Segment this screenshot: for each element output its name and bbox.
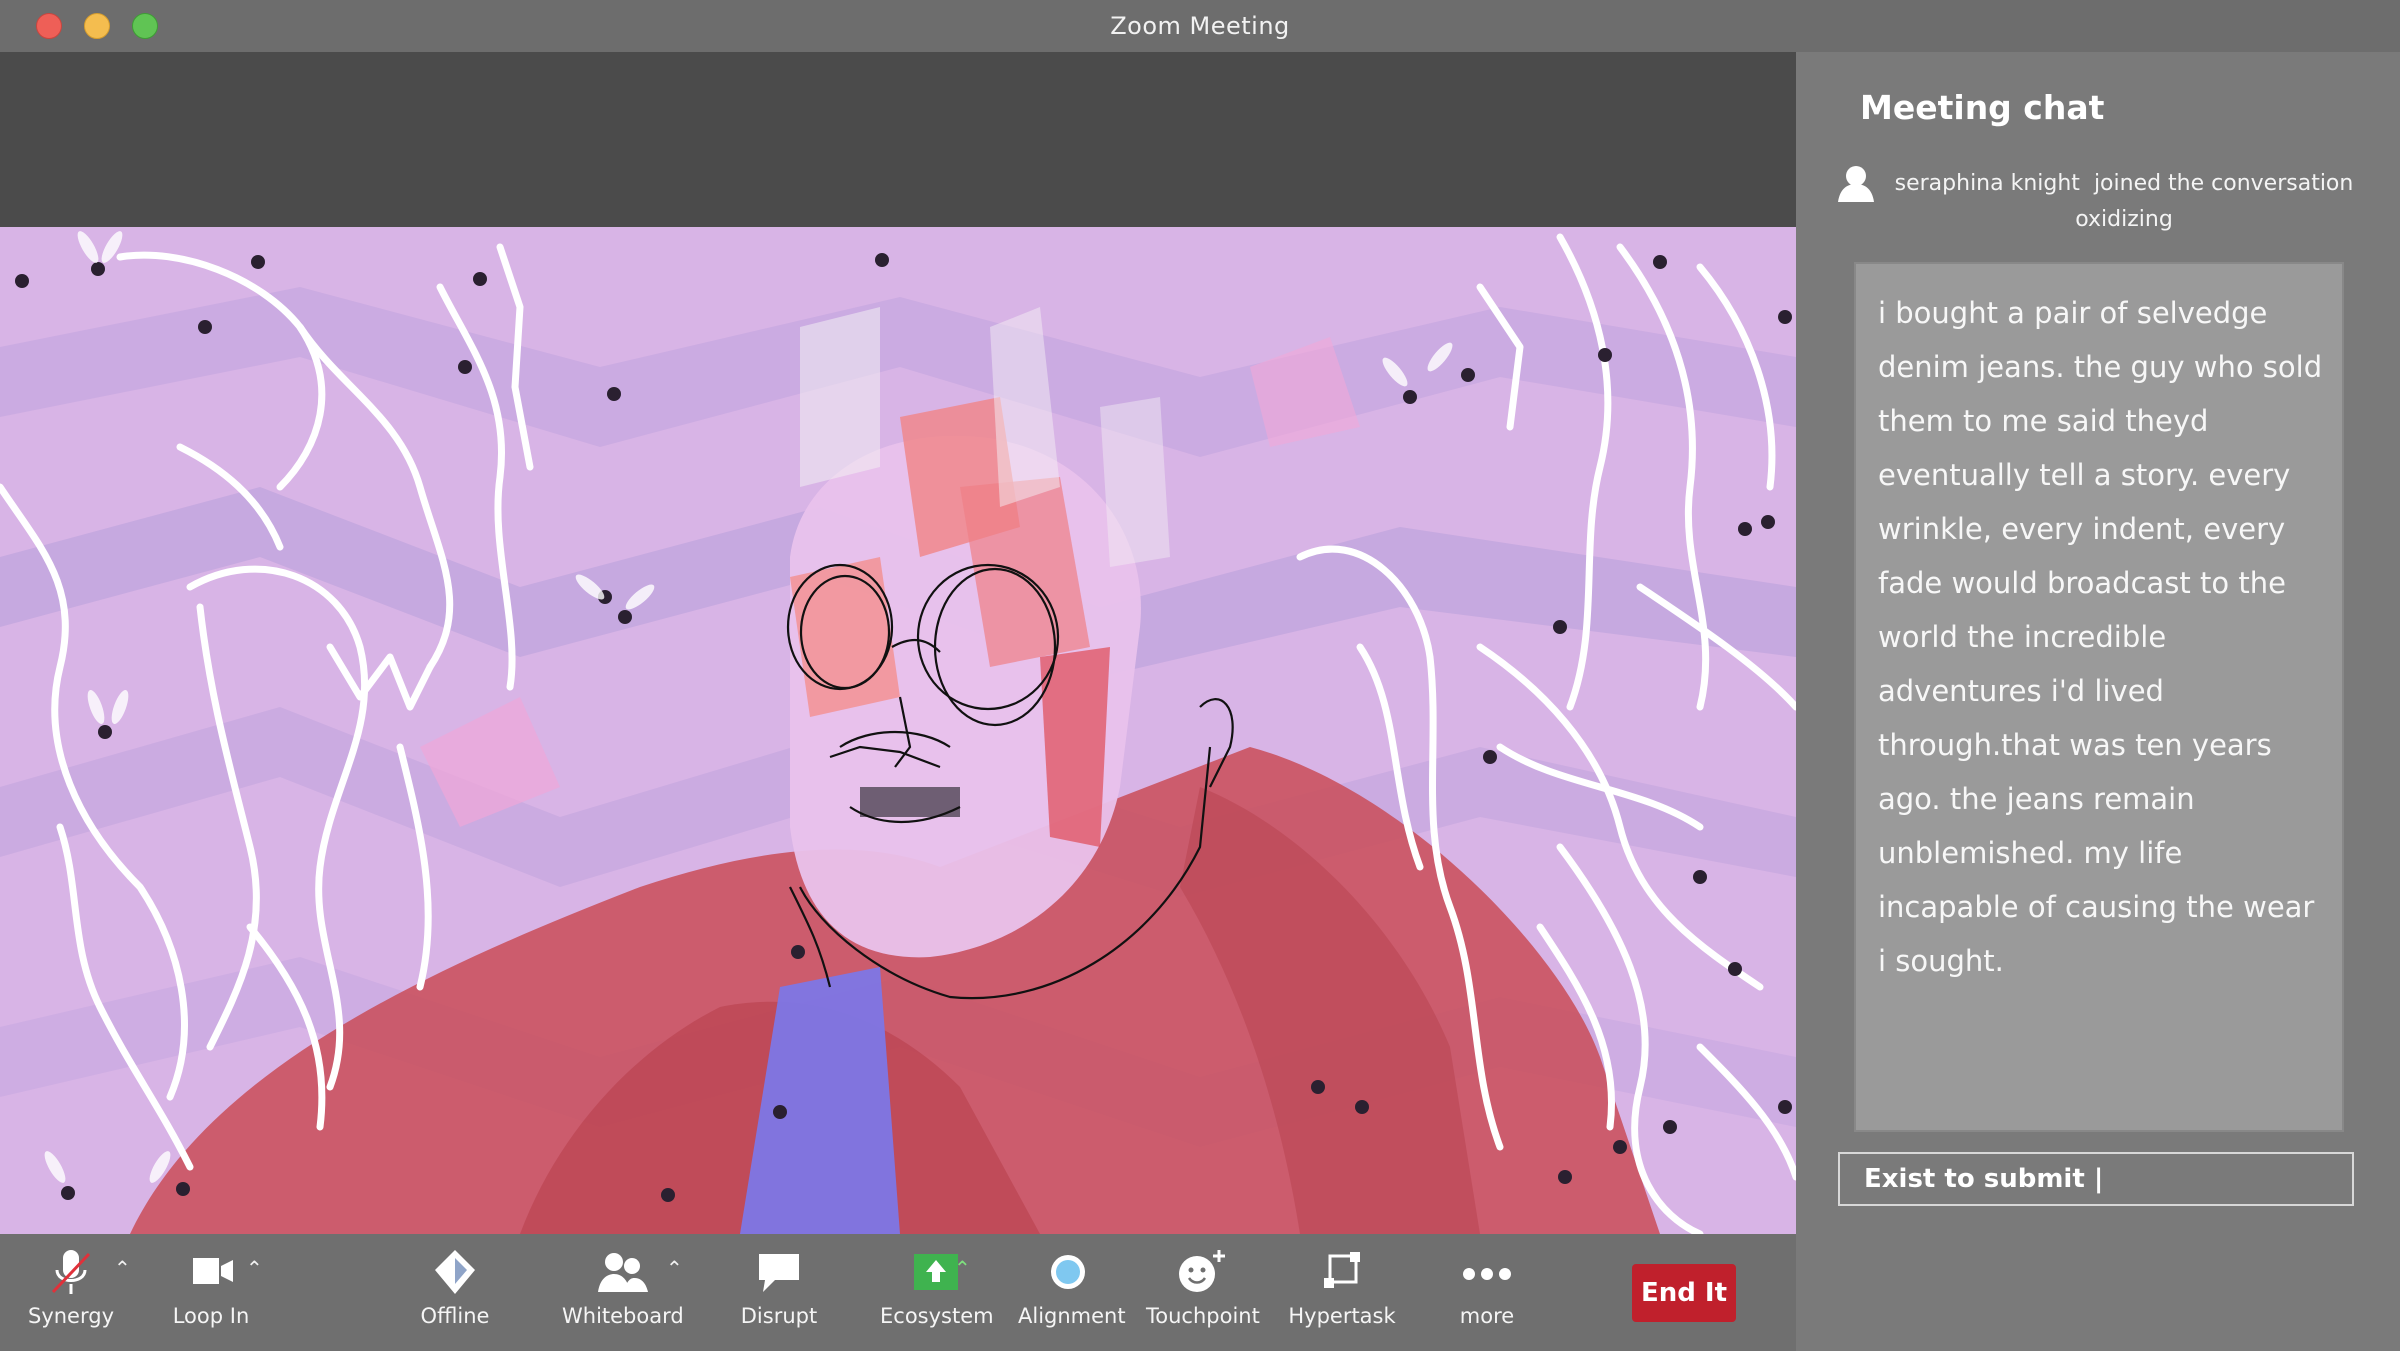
participants-options-chevron-up-icon[interactable]: ⌃ — [666, 1256, 683, 1280]
join-notice: seraphina knight joined the conversation… — [1894, 166, 2354, 238]
hypertask-label: Hypertask — [1288, 1304, 1396, 1328]
whiteboard-button[interactable]: Whiteboard — [562, 1248, 684, 1328]
video-area — [0, 52, 1796, 1234]
record-circle-icon — [1038, 1248, 1098, 1298]
synergy-button[interactable]: Synergy — [26, 1248, 116, 1328]
add-reaction-icon — [1171, 1248, 1231, 1298]
shield-icon — [425, 1248, 485, 1298]
disrupt-label: Disrupt — [740, 1304, 818, 1328]
ecosystem-label: Ecosystem — [880, 1304, 994, 1328]
apps-icon — [1312, 1248, 1372, 1298]
touchpoint-label: Touchpoint — [1146, 1304, 1260, 1328]
chat-message-box: i bought a pair of selvedge denim jeans.… — [1854, 262, 2344, 1132]
end-meeting-button[interactable]: End It — [1632, 1264, 1736, 1322]
video-options-chevron-up-icon[interactable]: ⌃ — [246, 1256, 263, 1280]
touchpoint-button[interactable]: Touchpoint — [1146, 1248, 1260, 1328]
chat-panel: Meeting chat seraphina knight joined the… — [1796, 52, 2400, 1351]
more-button[interactable]: more — [1442, 1248, 1532, 1328]
whiteboard-label: Whiteboard — [562, 1304, 684, 1328]
user-avatar-icon — [1834, 164, 1878, 204]
alignment-button[interactable]: Alignment — [1018, 1248, 1126, 1328]
audio-options-chevron-up-icon[interactable]: ⌃ — [114, 1256, 131, 1280]
join-notice-name: seraphina knight — [1894, 171, 2080, 196]
participant-video[interactable] — [0, 227, 1796, 1234]
participants-icon — [592, 1248, 652, 1298]
ecosystem-button[interactable]: Ecosystem — [880, 1248, 994, 1328]
title-bar: Zoom Meeting — [0, 0, 2400, 52]
meeting-toolbar: Synergy ⌃ Loop In ⌃ Offline Whiteboard ⌃… — [0, 1234, 1796, 1351]
more-dots-icon — [1457, 1248, 1517, 1298]
loop-in-label: Loop In — [172, 1304, 250, 1328]
disrupt-button[interactable]: Disrupt — [734, 1248, 824, 1328]
join-notice-action: joined the conversation — [2093, 171, 2354, 196]
synergy-label: Synergy — [27, 1304, 114, 1328]
more-label: more — [1459, 1304, 1515, 1328]
chat-input[interactable]: Exist to submit | — [1838, 1152, 2354, 1206]
offline-button[interactable]: Offline — [410, 1248, 500, 1328]
loop-in-button[interactable]: Loop In — [166, 1248, 256, 1328]
chat-bubble-icon — [749, 1248, 809, 1298]
video-camera-icon — [181, 1248, 241, 1298]
alignment-label: Alignment — [1018, 1304, 1126, 1328]
muted-microphone-icon — [41, 1248, 101, 1298]
offline-label: Offline — [420, 1304, 490, 1328]
video-painting — [0, 227, 1796, 1234]
hypertask-button[interactable]: Hypertask — [1282, 1248, 1402, 1328]
window-title: Zoom Meeting — [1110, 12, 1290, 40]
chat-message: i bought a pair of selvedge denim jeans.… — [1878, 296, 2323, 978]
join-notice-status: oxidizing — [2075, 207, 2173, 232]
chat-title: Meeting chat — [1860, 88, 2105, 127]
share-options-chevron-up-icon[interactable]: ⌃ — [954, 1256, 971, 1280]
